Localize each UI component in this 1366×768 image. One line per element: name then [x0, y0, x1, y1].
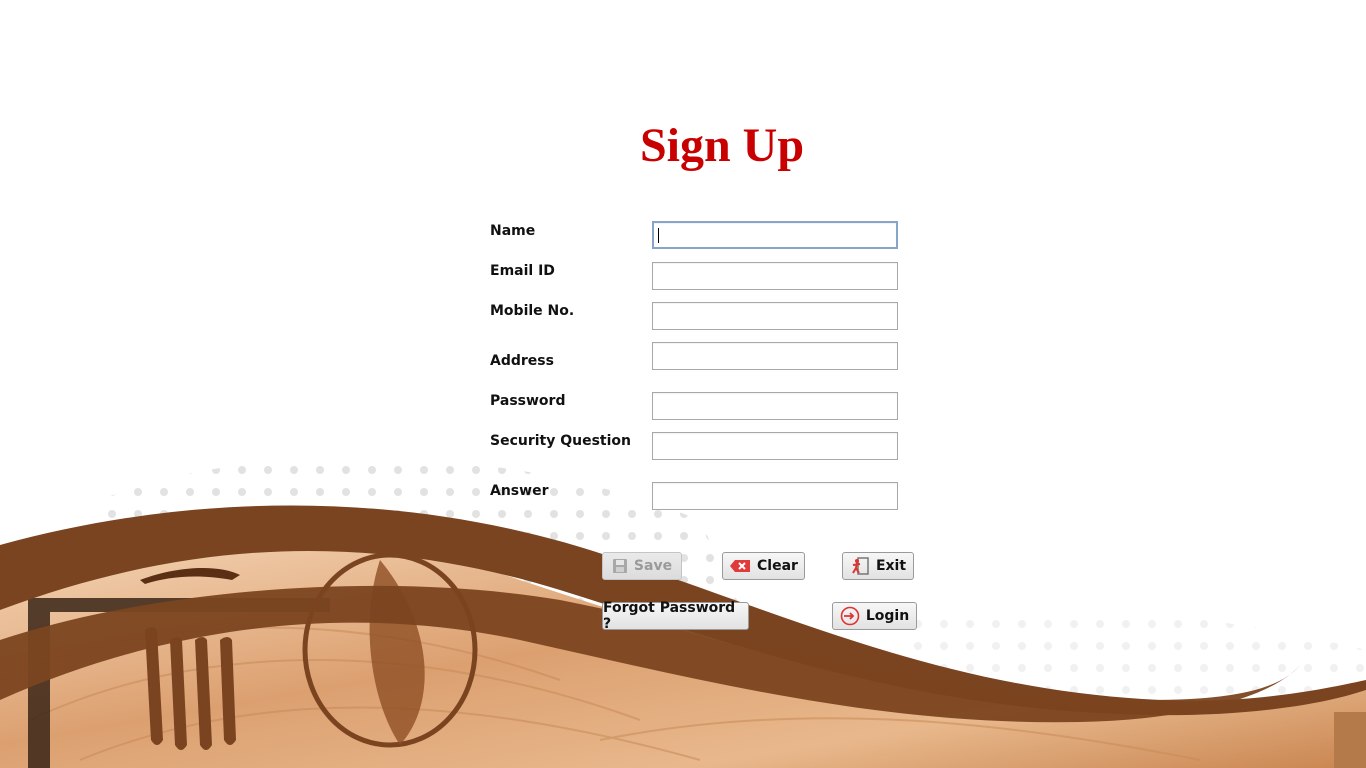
login-label: Login: [865, 608, 910, 624]
mobile-field[interactable]: [652, 302, 898, 330]
save-label: Save: [633, 558, 673, 574]
forgot-password-label: Forgot Password ?: [603, 600, 736, 632]
password-label: Password: [490, 393, 566, 409]
address-field[interactable]: [652, 342, 898, 370]
exit-door-icon: [850, 557, 870, 575]
email-field[interactable]: [652, 262, 898, 290]
security-question-field[interactable]: [652, 432, 898, 460]
forgot-password-button[interactable]: Forgot Password ?: [602, 600, 749, 632]
floppy-disk-icon: [612, 558, 628, 574]
page-title: Sign Up: [639, 119, 805, 172]
clear-label: Clear: [757, 558, 798, 574]
security-question-label: Security Question: [490, 433, 632, 449]
email-label: Email ID: [490, 263, 555, 279]
exit-button[interactable]: Exit: [842, 552, 914, 580]
text-caret: [658, 228, 659, 243]
exit-label: Exit: [875, 558, 907, 574]
save-button[interactable]: Save: [602, 552, 682, 580]
name-label: Name: [490, 223, 536, 239]
clear-x-icon: [729, 559, 751, 573]
login-arrow-icon: [840, 606, 860, 626]
background-artwork: [0, 457, 1366, 768]
answer-label: Answer: [490, 483, 549, 499]
password-field[interactable]: [652, 392, 898, 420]
mobile-label: Mobile No.: [490, 303, 575, 319]
clear-button[interactable]: Clear: [722, 552, 805, 580]
answer-field[interactable]: [652, 482, 898, 510]
name-field[interactable]: [652, 221, 898, 249]
address-label: Address: [490, 353, 554, 369]
login-button[interactable]: Login: [832, 602, 917, 630]
